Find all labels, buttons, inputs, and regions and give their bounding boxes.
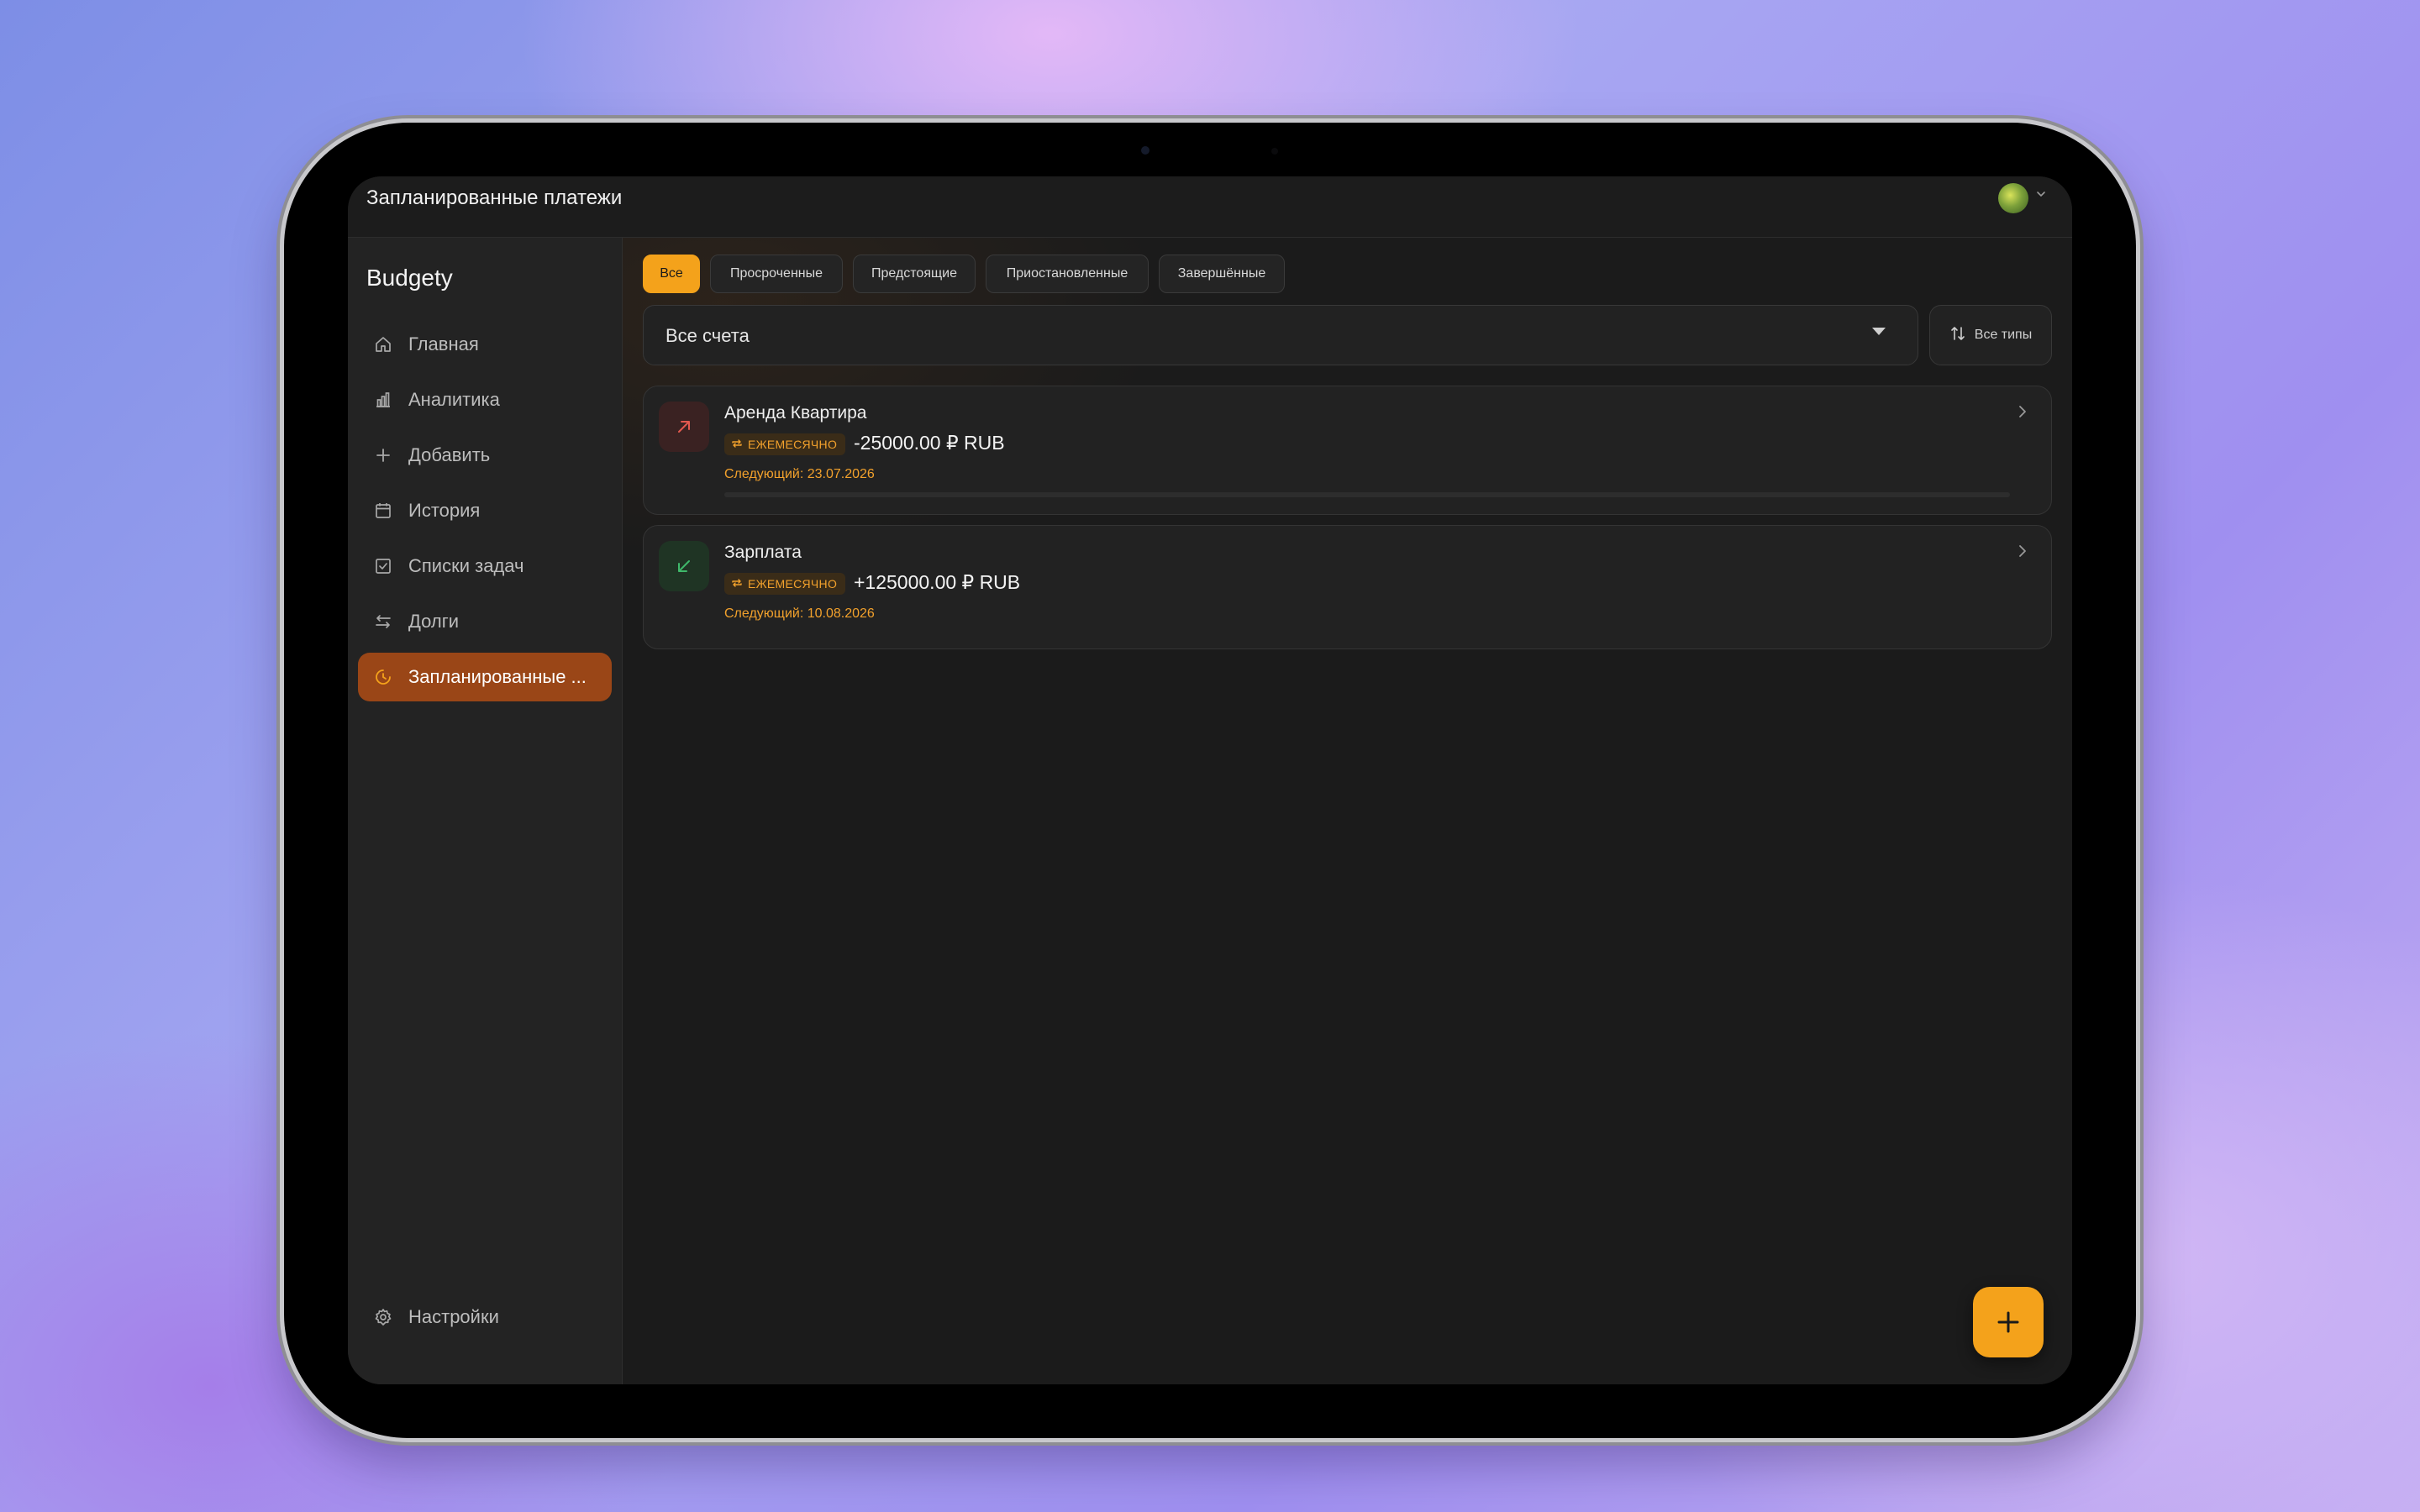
proximity-sensor bbox=[1271, 148, 1278, 155]
frequency-label: ЕЖЕМЕСЯЧНО bbox=[748, 438, 838, 451]
arrow-down-left-icon bbox=[659, 541, 709, 591]
power-button bbox=[518, 117, 590, 123]
bar-chart-icon bbox=[371, 388, 395, 412]
tab-paused[interactable]: Приостановленные bbox=[986, 255, 1149, 293]
app-screen: Запланированные платежи Budgety Главная … bbox=[348, 176, 2072, 1384]
side-button bbox=[278, 227, 284, 311]
clock-icon bbox=[371, 665, 395, 689]
sidebar-item-scheduled-payments[interactable]: Запланированные ... bbox=[358, 653, 612, 701]
payment-title: Зарплата bbox=[724, 543, 802, 562]
sidebar-item-label: Добавить bbox=[408, 444, 491, 465]
account-select[interactable]: Все счета bbox=[643, 305, 1918, 365]
arrows-swap-icon bbox=[371, 610, 395, 633]
payment-progress-bar bbox=[724, 492, 2010, 497]
avatar[interactable] bbox=[1998, 183, 2028, 213]
repeat-icon bbox=[731, 438, 743, 452]
tab-all[interactable]: Все bbox=[643, 255, 700, 293]
tab-upcoming[interactable]: Предстоящие bbox=[853, 255, 976, 293]
main-content: Все Просроченные Предстоящие Приостановл… bbox=[623, 238, 2072, 1384]
brand-logo-text: Budgety bbox=[366, 265, 453, 291]
sidebar-item-home[interactable]: Главная bbox=[358, 320, 612, 369]
caret-down-icon bbox=[1872, 328, 1886, 335]
sidebar-item-label: Долги bbox=[408, 611, 460, 632]
camera-sensor bbox=[1141, 146, 1150, 155]
sidebar: Budgety Главная Аналитика Добавить Истор… bbox=[348, 238, 623, 1384]
tab-overdue[interactable]: Просроченные bbox=[710, 255, 843, 293]
home-icon bbox=[371, 333, 395, 356]
sidebar-item-label: Запланированные ... bbox=[408, 666, 587, 687]
checkbox-icon bbox=[371, 554, 395, 578]
sidebar-item-label: Аналитика bbox=[408, 389, 500, 410]
sidebar-item-history[interactable]: История bbox=[358, 486, 612, 535]
sidebar-item-label: Настройки bbox=[408, 1306, 499, 1327]
repeat-icon bbox=[731, 577, 743, 591]
sidebar-item-label: История bbox=[408, 500, 481, 521]
next-payment-date: Следующий: 10.08.2026 bbox=[724, 606, 875, 621]
plus-icon bbox=[1997, 1311, 2019, 1333]
account-select-value: Все счета bbox=[666, 325, 750, 346]
sidebar-item-add[interactable]: Добавить bbox=[358, 431, 612, 480]
chevron-right-icon[interactable] bbox=[2016, 543, 2029, 564]
volume-button bbox=[429, 117, 497, 123]
payment-amount: +125000.00 ₽ RUB bbox=[854, 571, 1021, 593]
sidebar-item-label: Списки задач bbox=[408, 555, 524, 576]
sort-arrows-icon bbox=[1949, 324, 1966, 347]
top-bar: Запланированные платежи bbox=[348, 176, 2072, 238]
sidebar-item-analytics[interactable]: Аналитика bbox=[358, 375, 612, 424]
gear-icon bbox=[371, 1305, 395, 1329]
sidebar-item-settings[interactable]: Настройки bbox=[358, 1293, 612, 1341]
frequency-badge: ЕЖЕМЕСЯЧНО bbox=[724, 573, 846, 595]
sidebar-item-label: Главная bbox=[408, 333, 479, 354]
next-payment-date: Следующий: 23.07.2026 bbox=[724, 467, 875, 481]
chevron-right-icon[interactable] bbox=[2016, 403, 2029, 424]
plus-icon bbox=[371, 444, 395, 467]
calendar-icon bbox=[371, 499, 395, 522]
payment-card-rent[interactable]: Аренда Квартира ЕЖЕМЕСЯЧНО -25000.00 ₽ R… bbox=[643, 386, 2052, 515]
payment-card-salary[interactable]: Зарплата ЕЖЕМЕСЯЧНО +125000.00 ₽ RUB Сле… bbox=[643, 525, 2052, 649]
payment-amount: -25000.00 ₽ RUB bbox=[854, 432, 1005, 454]
tab-completed[interactable]: Завершённые bbox=[1159, 255, 1285, 293]
type-filter-label: Все типы bbox=[1974, 328, 2033, 342]
type-filter-button[interactable]: Все типы bbox=[1929, 305, 2052, 365]
frequency-badge: ЕЖЕМЕСЯЧНО bbox=[724, 433, 846, 455]
sidebar-item-todo-lists[interactable]: Списки задач bbox=[358, 542, 612, 591]
page-title: Запланированные платежи bbox=[366, 186, 623, 209]
chevron-down-icon[interactable] bbox=[2035, 188, 2047, 204]
payment-title: Аренда Квартира bbox=[724, 403, 867, 423]
add-payment-button[interactable] bbox=[1973, 1287, 2044, 1357]
arrow-up-right-icon bbox=[659, 402, 709, 452]
frequency-label: ЕЖЕМЕСЯЧНО bbox=[748, 577, 838, 591]
sidebar-item-debts[interactable]: Долги bbox=[358, 597, 612, 646]
